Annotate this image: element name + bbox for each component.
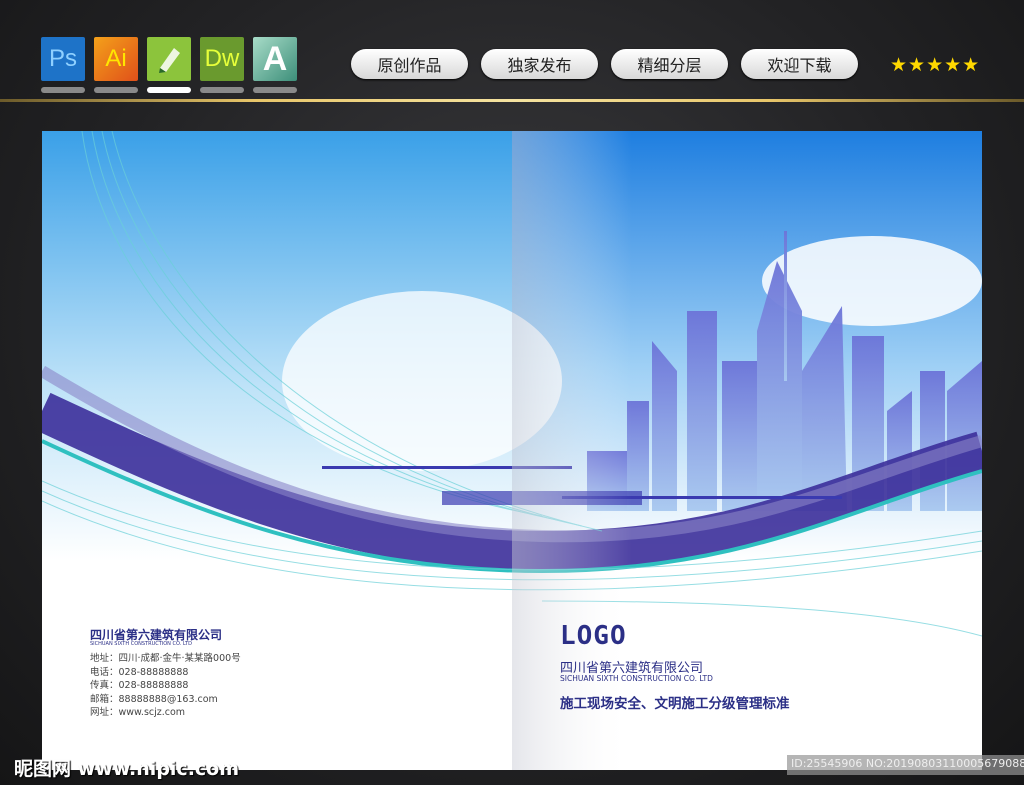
email: 邮箱：88888888@163.com: [90, 693, 218, 705]
back-contact-list: 地址：四川·成都·金牛·某某路000号 电话：028-88888888 传真：0…: [90, 652, 241, 720]
brochure-cover: 四川省第六建筑有限公司 SICHUAN SIXTH CONSTRUCTION C…: [42, 131, 982, 770]
front-company-english: SICHUAN SIXTH CONSTRUCTION CO. LTD: [560, 674, 713, 683]
app-indicator: [253, 87, 297, 93]
layered-button[interactable]: 精细分层: [611, 49, 728, 79]
logo: LOGO: [560, 621, 627, 651]
website: 网址：www.scjz.com: [90, 707, 186, 718]
original-work-button[interactable]: 原创作品: [351, 49, 468, 79]
coreldraw-icon[interactable]: [147, 37, 191, 81]
download-button[interactable]: 欢迎下载: [741, 49, 858, 79]
back-company-english: SICHUAN SIXTH CONSTRUCTION CO. LTD: [90, 641, 192, 647]
exclusive-button[interactable]: 独家发布: [481, 49, 598, 79]
app-indicator: [41, 87, 85, 93]
divider: [0, 99, 1024, 102]
phone: 电话：028-88888888: [90, 666, 189, 678]
app-indicator-active: [147, 87, 191, 93]
autocad-icon[interactable]: A: [253, 37, 297, 81]
illustrator-icon[interactable]: Ai: [94, 37, 138, 81]
image-id: ID:25545906 NO:20190803110005679088: [787, 755, 1024, 775]
fax: 传真：028-88888888: [90, 680, 189, 691]
nipic-watermark: 昵图网 www.nipic.com: [14, 758, 240, 780]
app-indicator: [94, 87, 138, 93]
address: 地址：四川·成都·金牛·某某路000号: [90, 653, 241, 664]
toolbar: Ps Ai Dw A 原创作品 独家发布 精细分层 欢迎下载 ★★★★★: [0, 0, 1024, 102]
cover-title: 施工现场安全、文明施工分级管理标准: [560, 696, 790, 712]
app-indicator: [200, 87, 244, 93]
rating-stars: ★★★★★: [890, 54, 981, 76]
dreamweaver-icon[interactable]: Dw: [200, 37, 244, 81]
photoshop-icon[interactable]: Ps: [41, 37, 85, 81]
